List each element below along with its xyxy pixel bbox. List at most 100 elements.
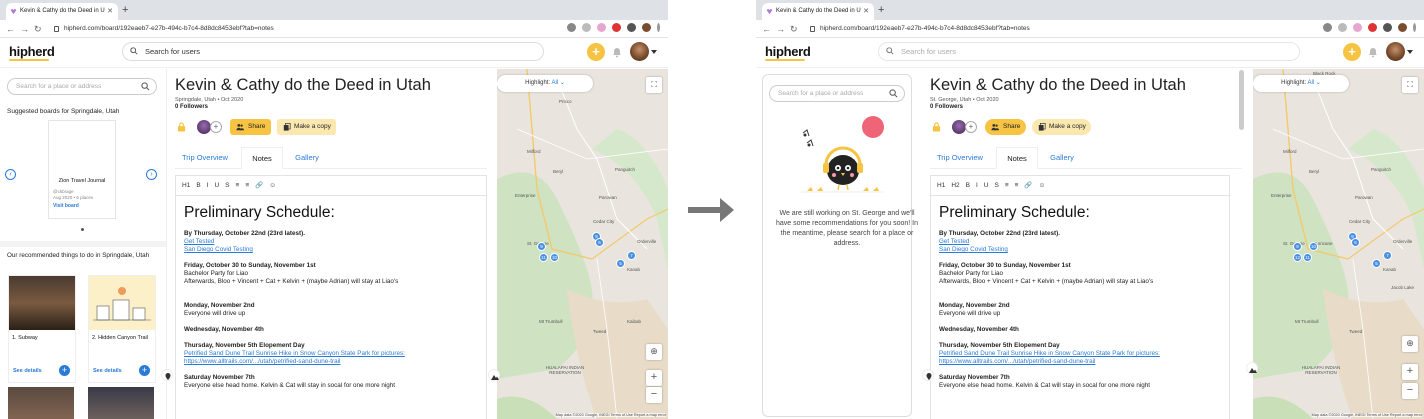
user-avatar[interactable]	[630, 42, 649, 61]
recommendation-card[interactable]: 2. Hidden Canyon Trail See details +	[88, 275, 156, 383]
emoji-icon[interactable]: ☺	[269, 176, 276, 196]
heading1-button[interactable]: H1	[182, 176, 190, 196]
map-marker[interactable]: 6	[595, 238, 604, 247]
scrollbar[interactable]	[1239, 70, 1244, 130]
map-marker[interactable]: 12	[1293, 253, 1302, 262]
suggested-board-card[interactable]: Zion Travel Journal @ckbrage Aug 2020 • …	[48, 120, 116, 219]
my-location-icon[interactable]: ⊕	[1402, 336, 1418, 352]
carousel-next-icon[interactable]: ›	[146, 169, 157, 180]
user-search-input[interactable]: Search for users	[122, 42, 544, 61]
map-layer-toggle[interactable]	[488, 369, 500, 381]
recommendation-card[interactable]: 1. Subway See details +	[8, 275, 76, 383]
extension-icon[interactable]	[1368, 23, 1377, 32]
tab-gallery[interactable]: Gallery	[1042, 147, 1082, 169]
forward-icon[interactable]: →	[776, 23, 785, 35]
extension-icon[interactable]	[1353, 23, 1362, 32]
lock-icon[interactable]	[932, 122, 941, 132]
map-marker[interactable]: 7	[627, 251, 636, 260]
extension-icon[interactable]	[597, 23, 606, 32]
star-icon[interactable]	[1338, 23, 1347, 32]
create-board-button[interactable]: +	[587, 43, 605, 61]
map-marker[interactable]: 9	[1293, 242, 1302, 251]
menu-icon[interactable]	[657, 23, 660, 32]
member-avatar[interactable]	[952, 120, 966, 134]
new-tab-button[interactable]: +	[878, 3, 884, 18]
zoom-in-button[interactable]: +	[646, 370, 662, 386]
ordered-list-button[interactable]: ≡	[236, 176, 240, 196]
link-icon[interactable]: 🔗	[255, 176, 263, 196]
back-icon[interactable]: ←	[762, 23, 771, 35]
doc-link[interactable]: Get Tested	[939, 238, 1221, 246]
tab-trip-overview[interactable]: Trip Overview	[175, 147, 235, 169]
map[interactable]: Highlight: All ⌄ ⛶ Prisco Milford Beryl …	[497, 69, 668, 419]
add-to-board-button[interactable]: +	[59, 365, 70, 376]
fullscreen-icon[interactable]: ⛶	[1402, 77, 1418, 93]
italic-button[interactable]: I	[976, 176, 978, 196]
bell-icon[interactable]	[1367, 46, 1379, 58]
url-field[interactable]: hipherd.com/board/192eaeb7-e27b-494c-b7c…	[808, 22, 1328, 36]
chevron-down-icon[interactable]	[1407, 50, 1413, 54]
share-button[interactable]: Share	[985, 119, 1026, 135]
highlight-filter[interactable]: Highlight: All ⌄	[1253, 75, 1349, 92]
profile-icon[interactable]	[642, 23, 651, 32]
zoom-out-button[interactable]: −	[646, 387, 662, 403]
map-marker[interactable]: 5	[1372, 259, 1381, 268]
tab-trip-overview[interactable]: Trip Overview	[930, 147, 990, 169]
map-marker[interactable]: 10	[1309, 242, 1318, 251]
bullet-list-button[interactable]: ≡	[1015, 176, 1019, 196]
map-attribution[interactable]: Map data ©2020 Google, INEGI Terms of Us…	[555, 413, 666, 417]
reload-icon[interactable]: ↻	[34, 23, 42, 35]
puzzle-icon[interactable]	[1383, 23, 1392, 32]
carousel-prev-icon[interactable]: ‹	[5, 169, 16, 180]
user-search-input[interactable]: Search for users	[878, 42, 1300, 61]
tab-notes[interactable]: Notes	[241, 147, 283, 169]
browser-tab[interactable]: Kevin & Cathy do the Deed in U ✕	[6, 3, 118, 20]
recommendation-card[interactable]	[88, 387, 156, 419]
emoji-icon[interactable]: ☺	[1039, 176, 1046, 196]
url-field[interactable]: hipherd.com/board/192eaeb7-e27b-494c-b7c…	[52, 22, 572, 36]
visit-board-link[interactable]: Visit board	[49, 203, 115, 209]
italic-button[interactable]: I	[207, 176, 209, 196]
reload-icon[interactable]: ↻	[790, 23, 798, 35]
heading1-button[interactable]: H1	[937, 176, 945, 196]
place-search-input[interactable]: Search for a place or address	[769, 85, 905, 102]
map-pin-toggle[interactable]	[922, 369, 934, 381]
doc-link[interactable]: San Diego Covid Testing	[939, 246, 1221, 254]
tab-gallery[interactable]: Gallery	[287, 147, 327, 169]
map-marker[interactable]: 5	[616, 259, 625, 268]
add-to-board-button[interactable]: +	[139, 365, 150, 376]
profile-icon[interactable]	[1398, 23, 1407, 32]
member-avatar[interactable]	[197, 120, 211, 134]
map-marker[interactable]: 10	[550, 253, 559, 262]
underline-button[interactable]: U	[984, 176, 989, 196]
map[interactable]: Highlight: All ⌄ ⛶ Black Rock Milford Be…	[1253, 69, 1424, 419]
user-avatar[interactable]	[1386, 42, 1405, 61]
browser-tab[interactable]: Kevin & Cathy do the Deed in U ✕	[762, 3, 874, 20]
heading2-button[interactable]: H2	[951, 176, 959, 196]
doc-link[interactable]: Petrified Sand Dune Trail Sunrise Hike i…	[939, 350, 1221, 358]
notes-editor[interactable]: H1 H2 B I U S ≡ ≡ 🔗 ☺ Preliminary Schedule: By Th…	[930, 175, 1230, 419]
notes-document[interactable]: Preliminary Schedule: By Thursday, Octob…	[931, 196, 1229, 394]
zoom-in-button[interactable]: +	[1402, 364, 1418, 380]
tab-notes[interactable]: Notes	[996, 147, 1038, 169]
strike-button[interactable]: S	[994, 176, 998, 196]
bullet-list-button[interactable]: ≡	[245, 176, 249, 196]
map-marker[interactable]: 11	[539, 253, 548, 262]
followers-count[interactable]: 0 Followers	[175, 104, 208, 110]
make-copy-button[interactable]: Make a copy	[1032, 119, 1091, 135]
ordered-list-button[interactable]: ≡	[1005, 176, 1009, 196]
close-tab-icon[interactable]: ✕	[863, 3, 869, 20]
highlight-filter[interactable]: Highlight: All ⌄	[497, 75, 593, 92]
doc-link[interactable]: https://www.alltrails.com/.../utah/petri…	[939, 358, 1221, 366]
location-icon[interactable]	[567, 23, 576, 32]
map-attribution[interactable]: Map data ©2020 Google, INEGI Terms of Us…	[1311, 413, 1422, 417]
underline-button[interactable]: U	[214, 176, 219, 196]
fullscreen-icon[interactable]: ⛶	[646, 77, 662, 93]
map-layer-toggle[interactable]	[1246, 362, 1258, 374]
recommendation-card[interactable]	[8, 387, 76, 419]
chevron-down-icon[interactable]	[651, 50, 657, 54]
map-marker[interactable]: 7	[1383, 251, 1392, 260]
map-marker[interactable]: 6	[1351, 238, 1360, 247]
add-member-button[interactable]: +	[210, 121, 222, 133]
puzzle-icon[interactable]	[627, 23, 636, 32]
